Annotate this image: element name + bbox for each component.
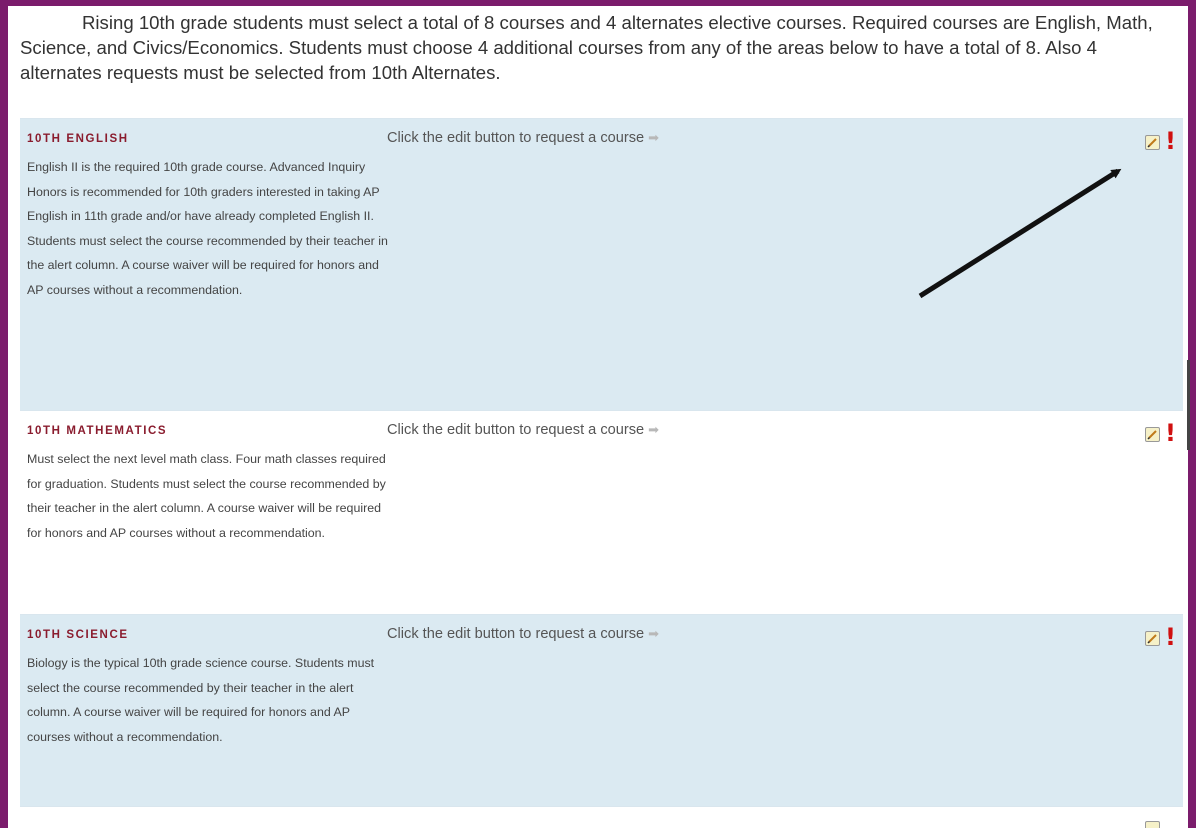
section-description: Biology is the typical 10th grade scienc…: [27, 656, 375, 744]
right-arrow-icon: ➡: [648, 130, 660, 145]
request-prompt-text: Click the edit button to request a cours…: [387, 130, 645, 146]
section-next-partial: [20, 806, 1183, 828]
section-description: Must select the next level math class. F…: [27, 452, 386, 540]
edit-button[interactable]: [1145, 821, 1160, 828]
request-prompt-text: Click the edit button to request a cours…: [387, 422, 645, 438]
section-title: 10th Mathematics: [27, 425, 168, 437]
section-title: 10th Science: [27, 629, 129, 641]
section-title: 10th English: [27, 133, 129, 145]
request-prompt-text: Click the edit button to request a cours…: [387, 626, 645, 642]
instructions-text: Rising 10th grade students must select a…: [20, 12, 1153, 83]
scrollbar[interactable]: [1187, 360, 1190, 450]
right-arrow-icon: ➡: [648, 422, 660, 437]
section-10th-science: 10th Science Biology is the typical 10th…: [20, 614, 1183, 807]
alert-icon[interactable]: !: [1165, 624, 1176, 650]
pencil-icon: [1147, 138, 1157, 148]
request-prompt: Click the edit button to request a cours…: [387, 130, 659, 146]
course-request-page: Rising 10th grade students must select a…: [8, 6, 1188, 828]
edit-button[interactable]: [1145, 631, 1160, 646]
section-10th-mathematics: 10th Mathematics Must select the next le…: [20, 410, 1183, 615]
edit-button[interactable]: [1145, 427, 1160, 442]
alert-icon[interactable]: !: [1165, 128, 1176, 154]
section-10th-english: 10th English English II is the required …: [20, 118, 1183, 411]
right-arrow-icon: ➡: [648, 626, 660, 641]
edit-button[interactable]: [1145, 135, 1160, 150]
request-prompt: Click the edit button to request a cours…: [387, 626, 659, 642]
section-description: English II is the required 10th grade co…: [27, 160, 388, 297]
pencil-icon: [1147, 430, 1157, 440]
request-prompt: Click the edit button to request a cours…: [387, 422, 659, 438]
pencil-icon: [1147, 634, 1157, 644]
alert-icon[interactable]: !: [1165, 420, 1176, 446]
